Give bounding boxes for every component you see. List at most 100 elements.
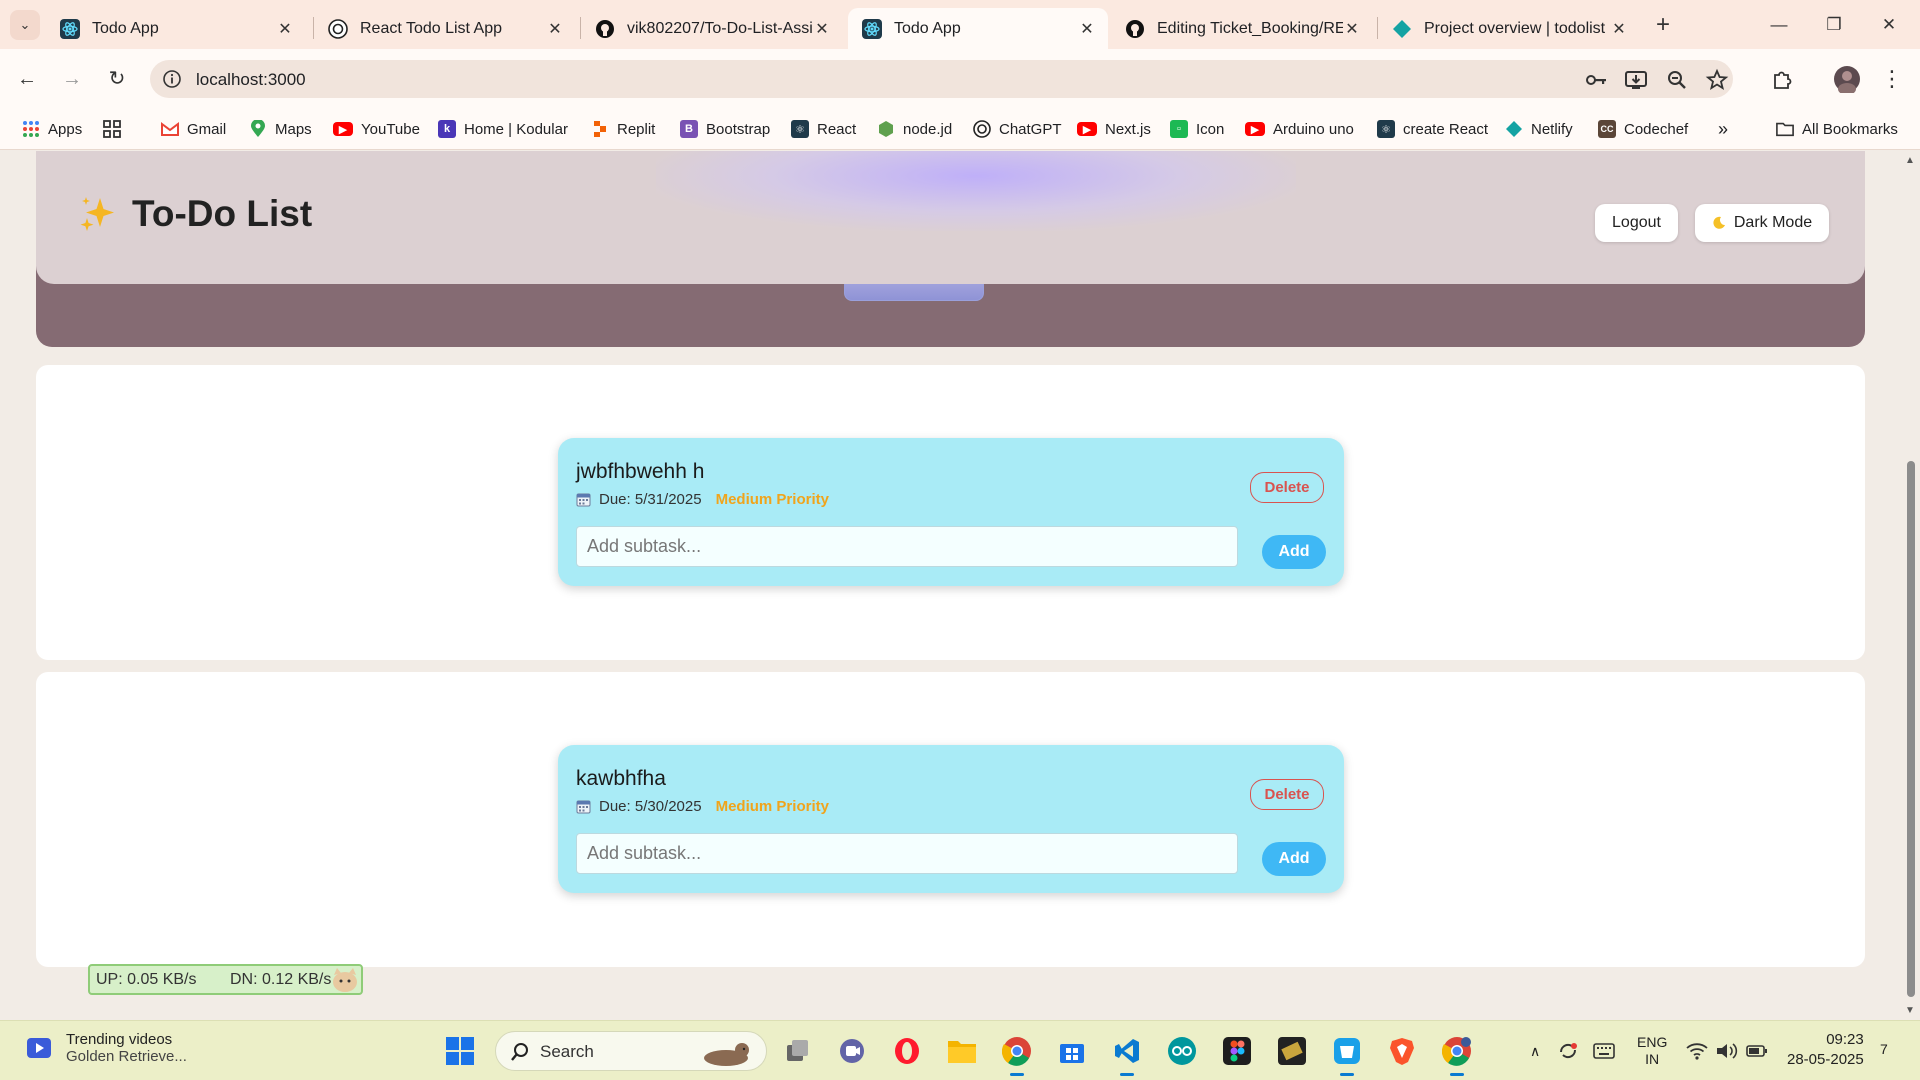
bookmark-nodejs[interactable]: node.jd [877, 110, 952, 148]
extensions-puzzle-icon[interactable] [1764, 61, 1800, 97]
bookmark-react[interactable]: ⚛ React [791, 110, 856, 148]
keyboard-icon[interactable] [1593, 1021, 1615, 1080]
scroll-up-arrow-icon[interactable]: ▲ [1905, 155, 1915, 166]
news-widget[interactable]: Trending videos Golden Retrieve... [26, 1031, 187, 1065]
password-key-icon[interactable] [1584, 68, 1608, 92]
profile-avatar[interactable] [1829, 61, 1865, 97]
task-view-icon[interactable] [782, 1035, 814, 1067]
scroll-down-arrow-icon[interactable]: ▼ [1905, 1005, 1915, 1016]
youtube-icon: ▶ [1245, 122, 1265, 136]
tab-react-todo-list-app[interactable]: React Todo List App ✕ [314, 8, 576, 49]
opera-icon[interactable] [891, 1035, 923, 1067]
tab-editing-ticket-booking[interactable]: Editing Ticket_Booking/RE ✕ [1111, 8, 1373, 49]
add-subtask-button[interactable]: Add [1262, 842, 1326, 876]
bookmark-replit[interactable]: Replit [591, 110, 655, 148]
taskbar-app-icon[interactable] [1331, 1035, 1363, 1076]
add-subtask-button[interactable]: Add [1262, 535, 1326, 569]
cat-mascot-icon [330, 967, 360, 998]
figma-icon[interactable] [1221, 1035, 1253, 1067]
chrome-icon[interactable] [1001, 1035, 1033, 1076]
bookmark-youtube[interactable]: ▶ YouTube [333, 110, 420, 148]
forward-arrow-icon[interactable]: → [54, 61, 90, 97]
bookmark-create-react[interactable]: ⚛ create React [1377, 110, 1488, 148]
microsoft-store-icon[interactable] [1056, 1035, 1088, 1067]
notification-count-badge[interactable]: 7 [1880, 1041, 1888, 1057]
bookmark-label: Netlify [1531, 120, 1573, 138]
restore-icon[interactable]: ❐ [1811, 10, 1857, 40]
vscode-icon[interactable] [1111, 1035, 1143, 1076]
system-clock[interactable]: 09:23 28-05-2025 [1787, 1030, 1864, 1070]
close-icon[interactable]: ✕ [1343, 19, 1361, 39]
delete-button[interactable]: Delete [1250, 779, 1324, 810]
close-icon[interactable]: ✕ [1078, 19, 1096, 39]
window-close-icon[interactable]: ✕ [1866, 10, 1912, 40]
language-indicator[interactable]: ENG IN [1637, 1021, 1667, 1080]
app-badge-icon[interactable] [1276, 1035, 1308, 1067]
teams-meet-icon[interactable] [836, 1035, 868, 1067]
due-date: Due: 5/31/2025 [599, 491, 702, 508]
bookmark-star-icon[interactable] [1705, 68, 1729, 92]
bookmark-icon[interactable]: ▫ Icon [1170, 110, 1224, 148]
close-icon[interactable]: ✕ [1610, 19, 1628, 39]
bookmark-label: Home | Kodular [464, 120, 568, 138]
chatgpt-icon [973, 120, 991, 138]
bookmark-apps[interactable]: Apps [22, 110, 82, 148]
bookmark-label: Gmail [187, 120, 227, 138]
minimize-icon[interactable]: — [1756, 10, 1802, 40]
close-icon[interactable]: ✕ [546, 19, 564, 39]
bookmark-codechef[interactable]: CC Codechef [1598, 110, 1688, 148]
subtask-input[interactable]: Add subtask... [576, 833, 1238, 874]
network-monitor-widget[interactable]: UP: 0.05 KB/s DN: 0.12 KB/s [88, 964, 363, 995]
todo-meta: Due: 5/30/2025 Medium Priority [576, 798, 829, 815]
subtask-input[interactable]: Add subtask... [576, 526, 1238, 567]
bookmark-netlify[interactable]: Netlify [1505, 110, 1573, 148]
bookmark-kodular[interactable]: k Home | Kodular [438, 110, 568, 148]
install-app-icon[interactable] [1624, 68, 1648, 92]
bookmark-label: create React [1403, 120, 1489, 138]
volume-icon[interactable] [1716, 1021, 1738, 1080]
dark-mode-button[interactable]: Dark Mode [1695, 204, 1829, 242]
tab-project-overview[interactable]: Project overview | todolist ✕ [1378, 8, 1640, 49]
bookmark-bootstrap[interactable]: B Bootstrap [680, 110, 770, 148]
zoom-icon[interactable] [1665, 68, 1689, 92]
bookmark-chatgpt[interactable]: ChatGPT [973, 110, 1062, 148]
page-scrollbar[interactable]: ▲ ▼ [1902, 151, 1920, 1020]
file-explorer-icon[interactable] [946, 1035, 978, 1067]
tab-todo-app-active[interactable]: Todo App ✕ [848, 8, 1108, 49]
delete-button[interactable]: Delete [1250, 472, 1324, 503]
tab-github-repo[interactable]: vik802207/To-Do-List-Assi ✕ [581, 8, 843, 49]
all-bookmarks[interactable]: All Bookmarks [1776, 110, 1898, 148]
tab-title: vik802207/To-Do-List-Assi [627, 19, 813, 37]
menu-kebab-icon[interactable]: ⋮ [1874, 61, 1910, 97]
upload-speed: UP: 0.05 KB/s [96, 971, 197, 988]
tab-search-chevron-icon[interactable]: ⌄ [10, 10, 40, 40]
bookmark-google-apps[interactable] [103, 110, 129, 148]
site-info-icon[interactable] [162, 69, 182, 89]
logout-button[interactable]: Logout [1595, 204, 1678, 242]
taskbar-search[interactable]: Search [495, 1031, 767, 1071]
bookmark-gmail[interactable]: Gmail [161, 110, 226, 148]
arduino-icon[interactable] [1166, 1035, 1198, 1067]
sync-icon[interactable] [1557, 1021, 1579, 1080]
chrome-profile-icon[interactable] [1441, 1035, 1473, 1076]
bookmark-arduino-uno[interactable]: ▶ Arduino uno [1245, 110, 1354, 148]
address-bar[interactable]: localhost:3000 [150, 60, 1733, 98]
sparkles-icon [78, 194, 118, 234]
bookmark-nextjs[interactable]: ▶ Next.js [1077, 110, 1151, 148]
brave-icon[interactable] [1386, 1035, 1418, 1067]
new-tab-plus-icon[interactable]: + [1649, 12, 1677, 40]
url-text[interactable]: localhost:3000 [196, 70, 306, 90]
bookmarks-overflow-chevron-icon[interactable]: » [1718, 110, 1728, 148]
close-icon[interactable]: ✕ [813, 19, 831, 39]
reload-icon[interactable]: ↻ [99, 61, 135, 97]
battery-icon[interactable] [1746, 1021, 1768, 1080]
bookmark-maps[interactable]: Maps [249, 110, 312, 148]
show-hidden-icons-chevron-icon[interactable]: ∧ [1530, 1021, 1540, 1080]
close-icon[interactable]: ✕ [276, 19, 294, 39]
bookmark-label: Apps [48, 120, 83, 138]
windows-start-icon[interactable] [444, 1035, 476, 1067]
tab-todo-app-1[interactable]: Todo App ✕ [46, 8, 306, 49]
back-arrow-icon[interactable]: ← [9, 61, 45, 97]
scrollbar-thumb[interactable] [1907, 461, 1915, 997]
wifi-icon[interactable] [1686, 1021, 1708, 1080]
